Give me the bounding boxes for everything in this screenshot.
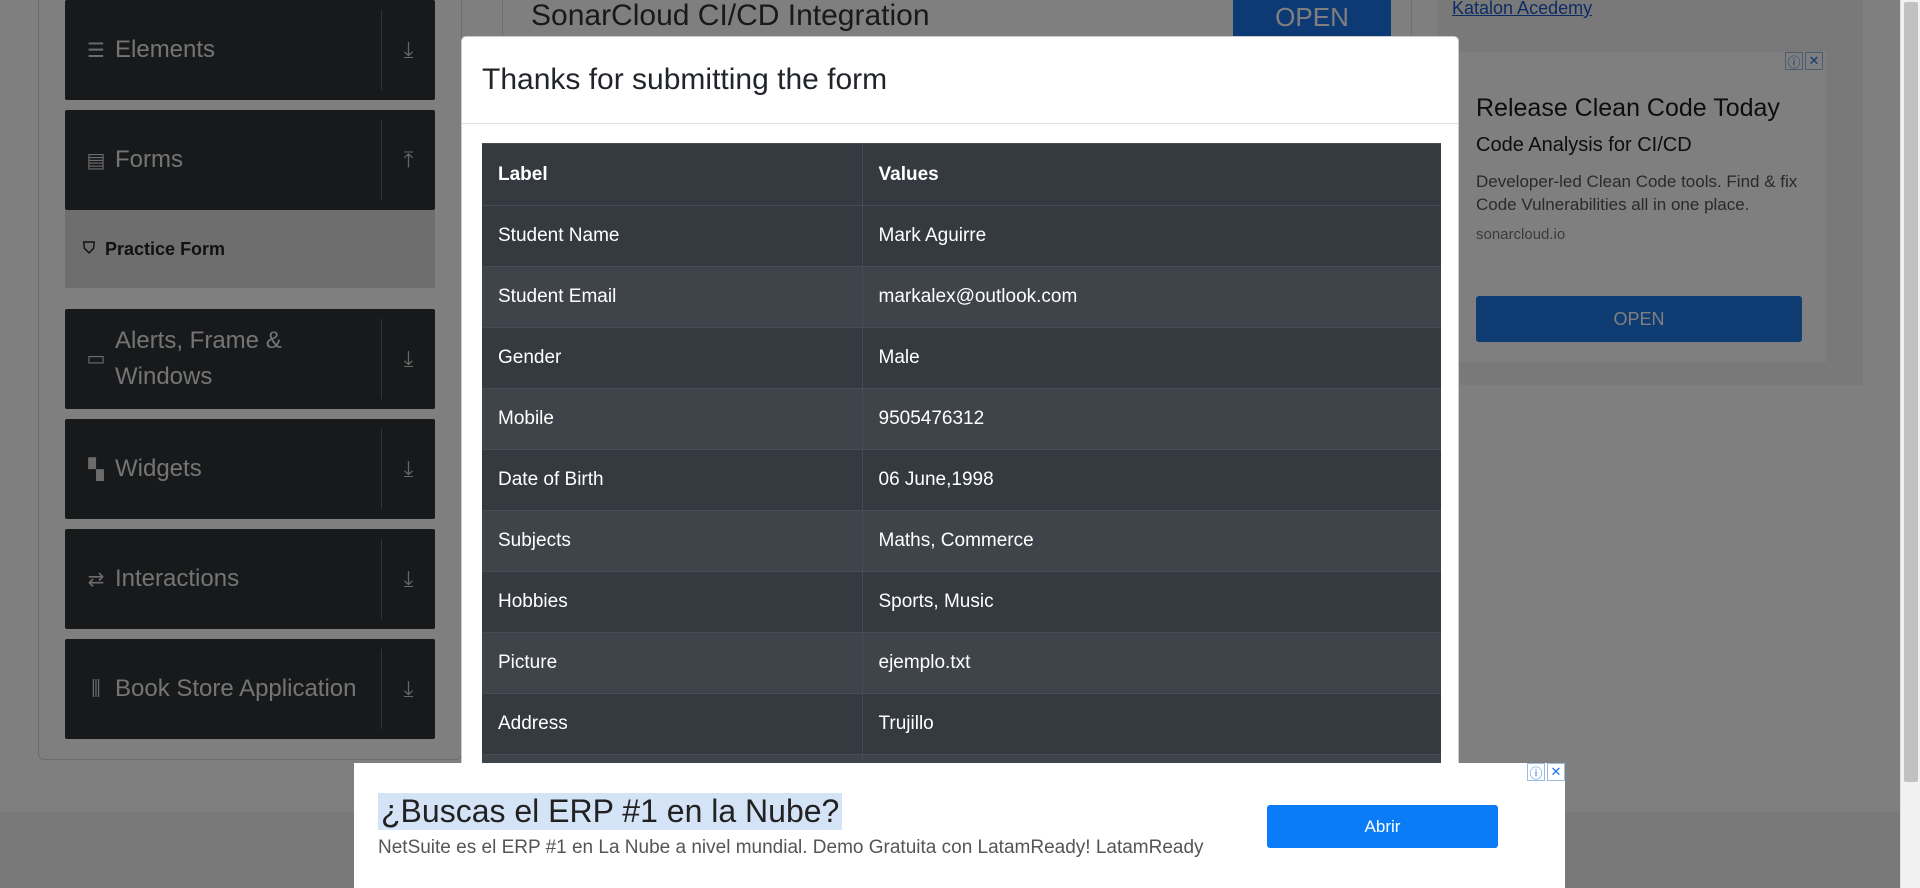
table-header-row: Label Values	[482, 143, 1441, 206]
row-value: Sports, Music	[862, 571, 1441, 633]
row-value: Trujillo	[862, 693, 1441, 755]
column-header-values: Values	[862, 143, 1441, 206]
table-row: Date of Birth 06 June,1998	[482, 449, 1441, 511]
table-row: Student Email markalex@outlook.com	[482, 266, 1441, 328]
page-scrollbar[interactable]	[1900, 0, 1920, 888]
row-value: Male	[862, 327, 1441, 389]
row-value: 06 June,1998	[862, 449, 1441, 511]
row-label: Picture	[482, 632, 863, 694]
row-value: markalex@outlook.com	[862, 266, 1441, 328]
bottom-ad-open-button[interactable]: Abrir	[1267, 805, 1498, 848]
table-row: Picture ejemplo.txt	[482, 632, 1441, 694]
submission-modal: Thanks for submitting the form Label Val…	[461, 36, 1459, 888]
bottom-ad-banner: ¿Buscas el ERP #1 en la Nube? NetSuite e…	[354, 763, 1565, 888]
bottom-ad-description: NetSuite es el ERP #1 en La Nube a nivel…	[378, 837, 1204, 858]
row-label: Gender	[482, 327, 863, 389]
modal-body: Label Values Student Name Mark Aguirre S…	[462, 124, 1458, 816]
row-label: Subjects	[482, 510, 863, 572]
ad-info-icon[interactable]: ⓘ	[1527, 763, 1545, 781]
bottom-ad-title[interactable]: ¿Buscas el ERP #1 en la Nube?	[378, 793, 843, 830]
table-row: Gender Male	[482, 327, 1441, 389]
row-label: Student Email	[482, 266, 863, 328]
row-label: Date of Birth	[482, 449, 863, 511]
row-label: Mobile	[482, 388, 863, 450]
scrollbar-thumb[interactable]	[1904, 2, 1918, 782]
table-row: Hobbies Sports, Music	[482, 571, 1441, 633]
table-row: Subjects Maths, Commerce	[482, 510, 1441, 572]
table-row: Mobile 9505476312	[482, 388, 1441, 450]
row-value: Mark Aguirre	[862, 205, 1441, 267]
row-label: Student Name	[482, 205, 863, 267]
column-header-label: Label	[482, 143, 863, 206]
modal-header: Thanks for submitting the form	[462, 37, 1458, 124]
table-row: Student Name Mark Aguirre	[482, 205, 1441, 267]
table-row: Address Trujillo	[482, 693, 1441, 755]
modal-title: Thanks for submitting the form	[482, 63, 888, 96]
row-value: 9505476312	[862, 388, 1441, 450]
row-label: Hobbies	[482, 571, 863, 633]
row-label: Address	[482, 693, 863, 755]
submission-table: Label Values Student Name Mark Aguirre S…	[482, 143, 1441, 816]
row-value: Maths, Commerce	[862, 510, 1441, 572]
bottom-ad-choices: ⓘ ✕	[1527, 763, 1565, 781]
row-value: ejemplo.txt	[862, 632, 1441, 694]
ad-close-icon[interactable]: ✕	[1547, 763, 1565, 781]
